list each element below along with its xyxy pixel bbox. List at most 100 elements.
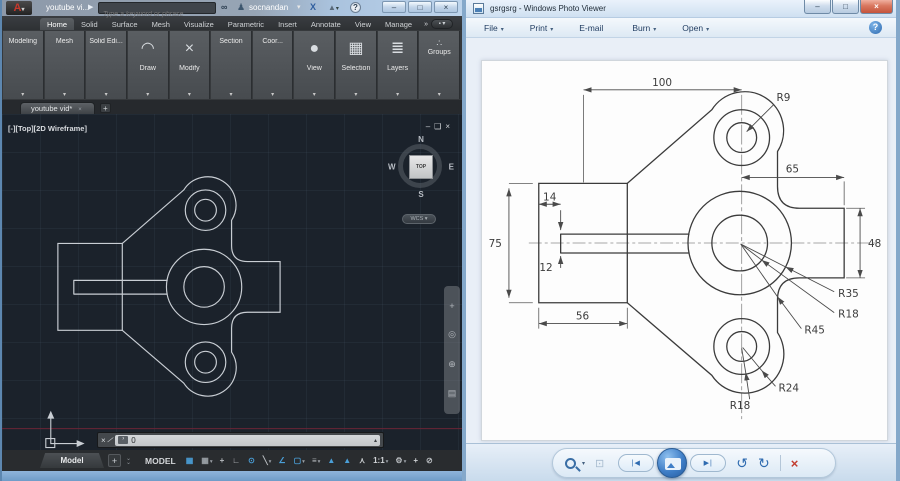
ribbon-panel[interactable]: ◠ Draw ▾: [128, 31, 169, 99]
communication-center-icon[interactable]: ▲▾: [328, 3, 339, 12]
minimize-button[interactable]: –: [382, 1, 406, 13]
next-button[interactable]: ▶|: [690, 454, 726, 472]
menu-item[interactable]: File▾: [484, 23, 504, 33]
delete-button[interactable]: ×: [791, 456, 799, 471]
chevron-down-icon[interactable]: ▾: [582, 460, 585, 467]
chevron-down-icon[interactable]: ▾: [438, 91, 441, 98]
chevron-down-icon[interactable]: ▾: [354, 91, 357, 98]
nav-tool-icon[interactable]: ◎: [448, 329, 456, 340]
status-toggle-icon[interactable]: +: [413, 456, 419, 466]
ribbon-tab[interactable]: Mesh: [145, 18, 177, 30]
viewport-window-controls[interactable]: –❑×: [426, 122, 454, 131]
status-toggle-icon[interactable]: ⋏: [359, 456, 366, 466]
exchange-apps-icon[interactable]: X: [310, 2, 316, 12]
layout-list-icon[interactable]: ⌄⌄: [126, 457, 131, 465]
status-toggle-icon[interactable]: 1:1▾: [373, 456, 388, 466]
ribbon-panel[interactable]: ▦ Selection ▾: [336, 31, 377, 99]
ribbon-panel[interactable]: Section ▾: [211, 31, 252, 99]
close-icon[interactable]: ×: [78, 107, 82, 113]
nav-tool-icon[interactable]: ⊕: [448, 359, 456, 370]
viewcube-face[interactable]: TOP: [409, 155, 433, 179]
maximize-button[interactable]: □: [408, 1, 432, 13]
chevron-down-icon[interactable]: ▾: [63, 91, 66, 98]
chevron-down-icon[interactable]: ▾: [396, 91, 399, 98]
ribbon-panel[interactable]: Solid Edi... ▾: [86, 31, 127, 99]
status-toggle-icon[interactable]: ⊙: [248, 456, 256, 466]
rotate-ccw-icon[interactable]: ↺: [736, 456, 748, 470]
ribbon-tab[interactable]: Surface: [105, 18, 145, 30]
minimize-button[interactable]: –: [804, 0, 831, 14]
viewcube-north[interactable]: N: [418, 135, 424, 144]
menu-item[interactable]: E-mail: [579, 23, 606, 33]
chevron-down-icon[interactable]: ▾: [271, 91, 274, 98]
signed-in-user[interactable]: socnandan: [249, 3, 288, 12]
chevron-down-icon[interactable]: ▾: [313, 91, 316, 98]
menu-item[interactable]: Open▾: [682, 23, 709, 33]
chevron-down-icon[interactable]: ▾: [21, 91, 24, 98]
ribbon-panel[interactable]: Coor... ▾: [253, 31, 294, 99]
wrench-icon[interactable]: ∕: [108, 435, 113, 445]
status-toggle-icon[interactable]: ∠: [278, 456, 286, 466]
chevron-down-icon[interactable]: ▾: [146, 91, 149, 98]
status-toggle-icon[interactable]: ▦: [186, 456, 195, 466]
play-icon[interactable]: ▶: [88, 3, 93, 11]
model-tab[interactable]: Model: [40, 453, 104, 468]
viewcube-west[interactable]: W: [388, 163, 396, 172]
ribbon-tab[interactable]: Visualize: [177, 18, 221, 30]
new-tab-button[interactable]: +: [100, 103, 111, 113]
status-toggle-icon[interactable]: ▲: [343, 456, 352, 466]
ribbon-tab[interactable]: Annotate: [304, 18, 348, 30]
ribbon-panel[interactable]: ≣ Layers ▾: [378, 31, 419, 99]
app-menu-button[interactable]: A▾: [6, 1, 32, 15]
menu-item[interactable]: Print▾: [530, 23, 554, 33]
chevron-down-icon[interactable]: ▾: [105, 91, 108, 98]
navigation-bar[interactable]: + ◎ ⊕ ▤: [444, 286, 460, 414]
new-layout-button[interactable]: +: [108, 454, 121, 467]
maximize-button[interactable]: □: [832, 0, 859, 14]
chevron-down-icon[interactable]: ▾: [297, 3, 301, 11]
nav-tool-icon[interactable]: +: [449, 301, 454, 311]
close-icon[interactable]: ×: [101, 436, 106, 445]
previous-button[interactable]: |◀: [618, 454, 654, 472]
chevron-down-icon[interactable]: ▾: [188, 91, 191, 98]
model-space-indicator[interactable]: MODEL: [145, 456, 176, 466]
binoculars-icon[interactable]: ∞: [221, 2, 227, 12]
ribbon-tab[interactable]: Parametric: [221, 18, 271, 30]
status-toggle-icon[interactable]: ▦▾: [201, 456, 212, 466]
file-tab[interactable]: youtube vid*×: [20, 102, 95, 114]
close-button[interactable]: ×: [434, 1, 458, 13]
ribbon-panel[interactable]: ● View ▾: [294, 31, 335, 99]
ribbon-tab[interactable]: Home: [40, 18, 74, 30]
help-icon[interactable]: ?: [869, 21, 882, 34]
status-toggle-icon[interactable]: ≡▾: [312, 456, 320, 466]
slideshow-button[interactable]: [657, 448, 687, 478]
nav-tool-icon[interactable]: ▤: [448, 388, 457, 399]
wcs-dropdown[interactable]: WCS ▾: [402, 214, 436, 224]
command-line[interactable]: × ∕ › 0 ▴: [97, 432, 384, 448]
ribbon-tab[interactable]: View: [348, 18, 378, 30]
command-value[interactable]: 0: [131, 436, 371, 445]
history-up-icon[interactable]: ▴: [374, 437, 377, 444]
ribbon-tab[interactable]: Solid: [74, 18, 105, 30]
status-toggle-icon[interactable]: ⊘: [426, 456, 434, 466]
ribbon-tab[interactable]: Insert: [271, 18, 304, 30]
status-toggle-icon[interactable]: ╲▾: [263, 456, 272, 466]
viewcube-south[interactable]: S: [418, 190, 423, 199]
zoom-icon[interactable]: [565, 458, 576, 469]
menu-item[interactable]: Burn▾: [632, 23, 656, 33]
ribbon-panel[interactable]: × Modify ▾: [170, 31, 211, 99]
ribbon-overflow-icon[interactable]: »: [424, 21, 428, 28]
viewport-label[interactable]: [-][Top][2D Wireframe]: [8, 124, 87, 133]
status-toggle-icon[interactable]: ▢▾: [294, 456, 305, 466]
rotate-cw-icon[interactable]: ↻: [758, 456, 770, 470]
drawing-viewport[interactable]: [-][Top][2D Wireframe] –❑× N S W E TOP W…: [2, 114, 462, 450]
help-icon[interactable]: ?: [350, 2, 361, 13]
ribbon-panel[interactable]: ∴ Groups ▾: [419, 31, 460, 99]
search-input[interactable]: [99, 10, 215, 20]
status-toggle-icon[interactable]: ▲: [327, 456, 336, 466]
chevron-down-icon[interactable]: ▾: [230, 91, 233, 98]
ribbon-panel[interactable]: Modeling ▾: [3, 31, 44, 99]
ribbon-display-toggle[interactable]: ▪ ▾: [431, 19, 453, 29]
ribbon-panel[interactable]: Mesh ▾: [45, 31, 86, 99]
viewcube-east[interactable]: E: [449, 163, 454, 172]
